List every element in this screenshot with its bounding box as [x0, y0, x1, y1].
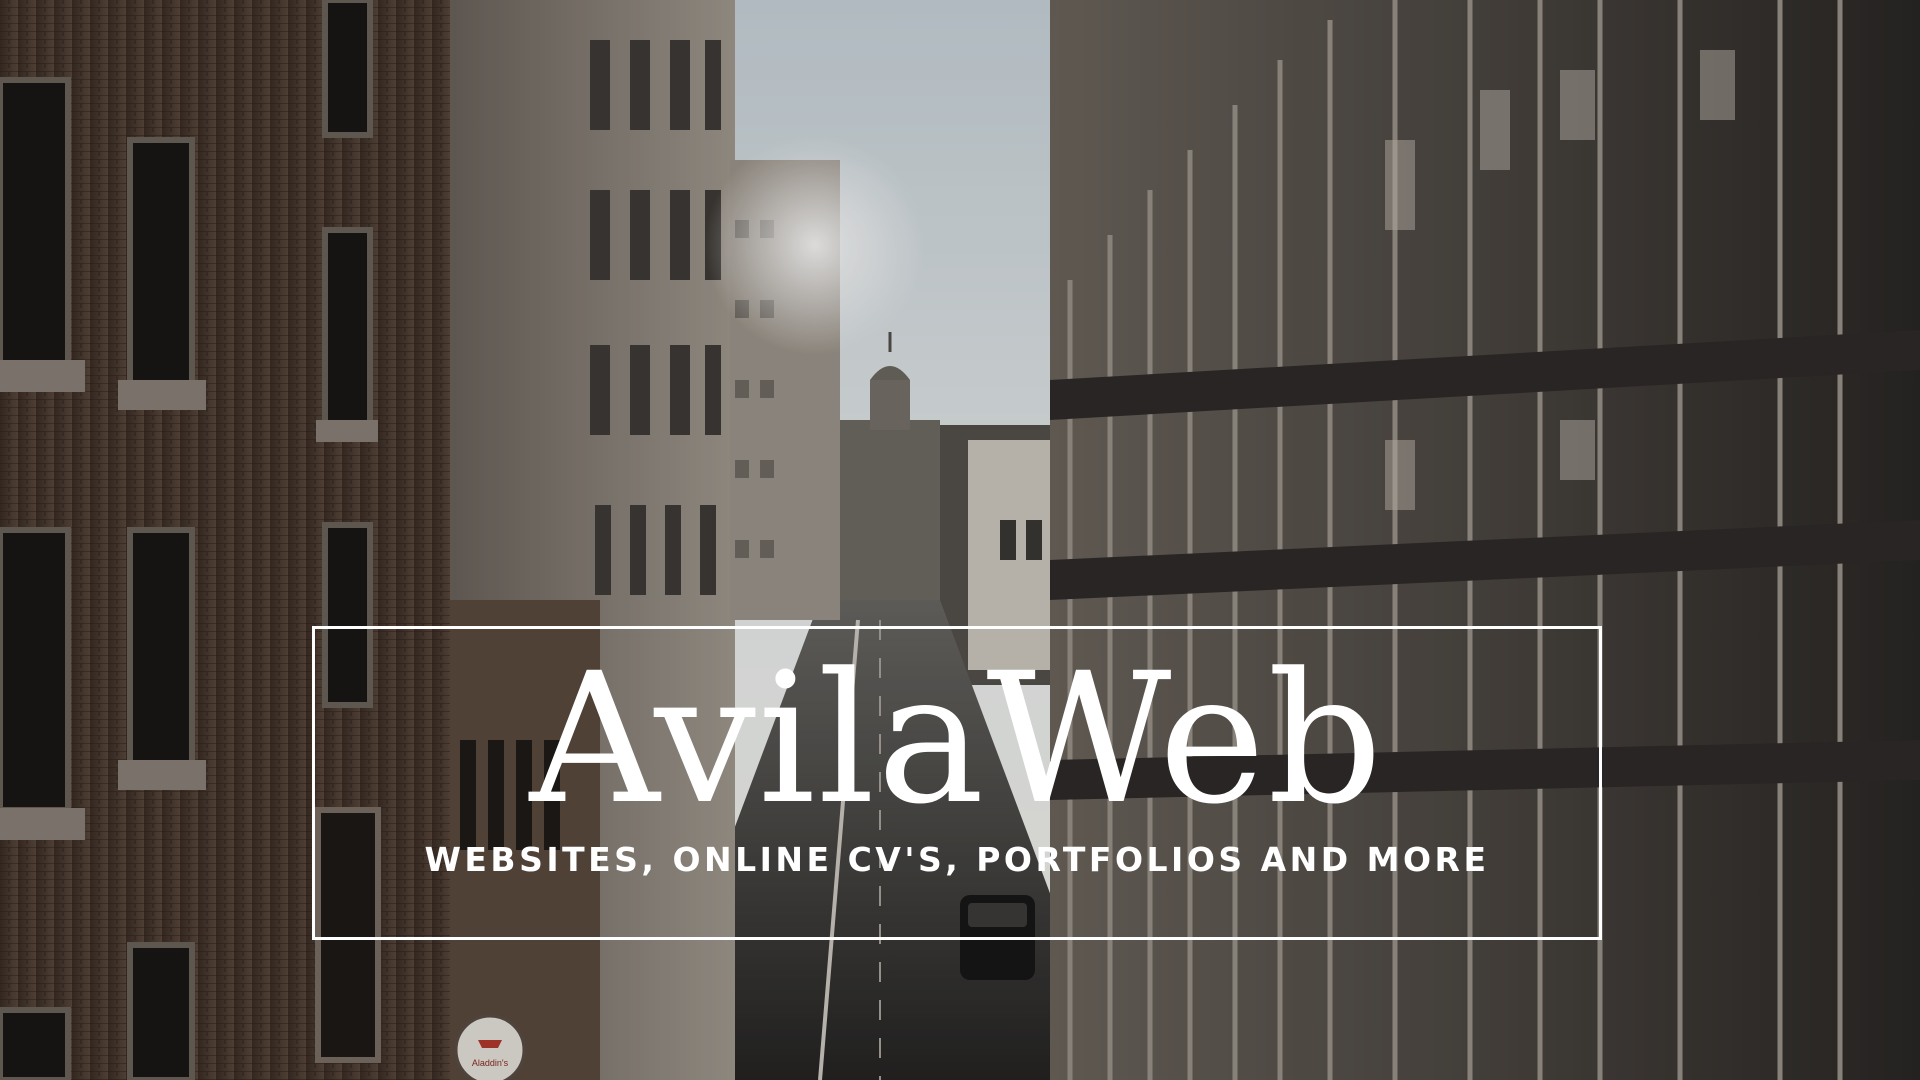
- hero-section: Aladdin's AvilaWeb WEBSITES, ONLINE CV'S…: [0, 0, 1920, 1080]
- tagline: WEBSITES, ONLINE CV'S, PORTFOLIOS AND MO…: [424, 840, 1490, 879]
- brand-title: AvilaWeb: [529, 635, 1385, 844]
